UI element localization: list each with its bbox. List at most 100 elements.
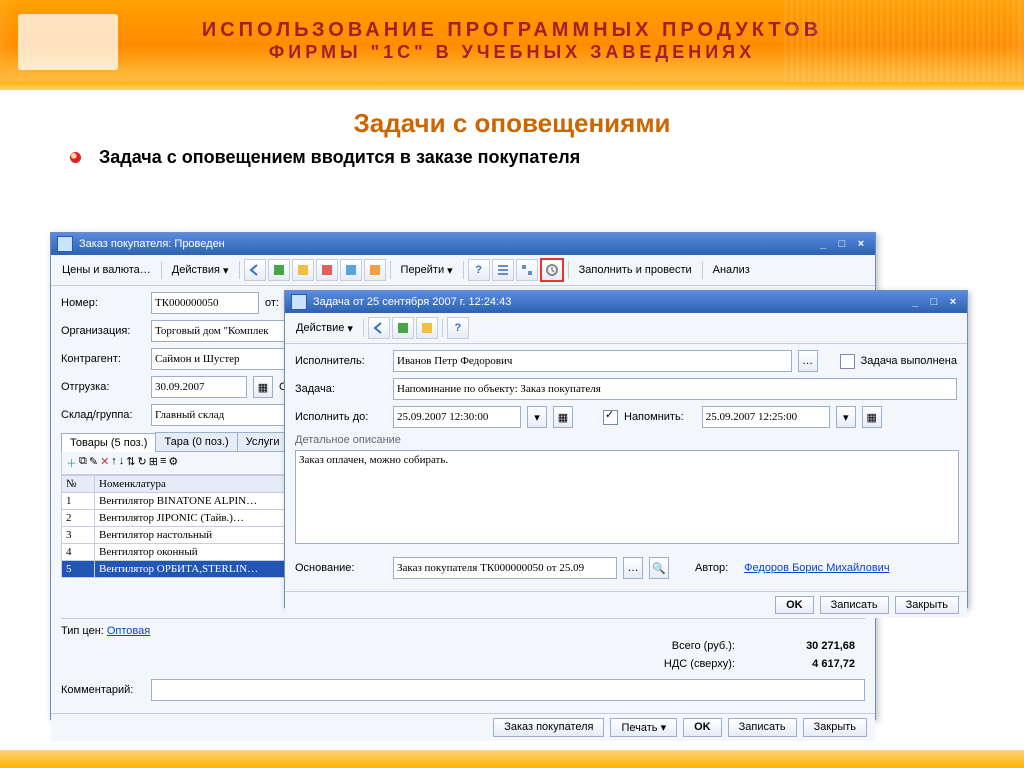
task-titlebar[interactable]: Задача от 25 сентября 2007 г. 12:24:43 _… <box>285 291 967 313</box>
print-button[interactable]: Печать ▾ <box>610 718 677 737</box>
nav-back-icon[interactable] <box>244 259 266 281</box>
grid-refresh-icon[interactable]: ↻ <box>138 455 147 471</box>
table-row[interactable]: 1Вентилятор BINATONE ALPIN… <box>62 493 287 510</box>
grid-up-icon[interactable]: ↑ <box>111 455 117 471</box>
close-button[interactable]: Закрыть <box>803 718 867 737</box>
table-row[interactable]: 4Вентилятор оконный <box>62 544 287 561</box>
go-icon[interactable] <box>416 317 438 339</box>
number-field[interactable] <box>151 292 259 314</box>
total-label: Всего (руб.): <box>672 640 735 652</box>
order-doc-button[interactable]: Заказ покупателя <box>493 718 604 737</box>
calendar-icon[interactable]: ▦ <box>253 376 273 398</box>
grid-fill-icon[interactable]: ≡ <box>160 455 166 471</box>
banner-line1: ИСПОЛЬЗОВАНИЕ ПРОГРАММНЫХ ПРОДУКТОВ <box>202 19 822 42</box>
nav-fwd-icon[interactable] <box>268 259 290 281</box>
basis-icon[interactable] <box>340 259 362 281</box>
table-row[interactable]: 5Вентилятор ОРБИТА,STERLIN… <box>62 561 287 578</box>
basis-label: Основание: <box>295 562 387 574</box>
exec-label: Исполнитель: <box>295 355 387 367</box>
unpost-icon[interactable] <box>316 259 338 281</box>
grid-del-icon[interactable]: ✕ <box>100 455 109 471</box>
goto-button[interactable]: Перейти ▾ <box>395 258 459 282</box>
tree-icon[interactable] <box>516 259 538 281</box>
tab-usl[interactable]: Услуги <box>237 432 289 451</box>
save-button[interactable]: Записать <box>820 596 889 614</box>
grid-sort-icon[interactable]: ⇅ <box>126 455 135 471</box>
grid-edit-icon[interactable]: ✎ <box>89 455 98 471</box>
ok-button[interactable]: OK <box>775 596 814 614</box>
calendar-icon[interactable]: ▦ <box>553 406 573 428</box>
done-checkbox[interactable] <box>840 354 855 369</box>
store-field[interactable] <box>151 404 293 426</box>
maximize-button[interactable]: □ <box>926 295 942 309</box>
comment-field[interactable] <box>151 679 865 701</box>
task-label: Задача: <box>295 383 387 395</box>
comment-label: Комментарий: <box>61 684 145 696</box>
grid-copy-icon[interactable]: ⧉ <box>79 455 87 471</box>
ship-label: Отгрузка: <box>61 381 145 393</box>
refresh-icon[interactable] <box>392 317 414 339</box>
tab-tara[interactable]: Тара (0 поз.) <box>155 432 237 451</box>
slide-title: Задачи с оповещениями <box>0 108 1024 139</box>
help-icon[interactable]: ? <box>468 259 490 281</box>
fill-button[interactable]: Заполнить и провести <box>573 258 698 282</box>
ok-button[interactable]: OK <box>683 718 722 737</box>
open-icon[interactable]: 🔍 <box>649 557 669 579</box>
spinner-icon[interactable]: ▾ <box>527 406 547 428</box>
minimize-button[interactable]: _ <box>815 237 831 251</box>
close-button[interactable]: × <box>853 237 869 251</box>
goods-grid[interactable]: №Номенклатура 1Вентилятор BINATONE ALPIN… <box>61 475 287 578</box>
prices-button[interactable]: Цены и валюта… <box>56 258 157 282</box>
grid-change-icon[interactable]: ⚙ <box>168 455 178 471</box>
select-icon[interactable]: … <box>798 350 818 372</box>
done-label: Задача выполнена <box>861 355 957 367</box>
close-button[interactable]: Закрыть <box>895 596 959 614</box>
nav-back-icon[interactable] <box>368 317 390 339</box>
minimize-button[interactable]: _ <box>907 295 923 309</box>
select-icon[interactable]: … <box>623 557 643 579</box>
structure-icon[interactable] <box>364 259 386 281</box>
help-icon[interactable]: ? <box>447 317 469 339</box>
notify-icon[interactable] <box>540 258 564 282</box>
table-row[interactable]: 3Вентилятор настольный <box>62 527 287 544</box>
author-link[interactable]: Федоров Борис Михайлович <box>744 562 889 574</box>
order-titlebar[interactable]: Заказ покупателя: Проведен _ □ × <box>51 233 875 255</box>
due-label: Исполнить до: <box>295 411 387 423</box>
save-button[interactable]: Записать <box>728 718 797 737</box>
task-form: Исполнитель: … Задача выполнена Задача: … <box>285 344 967 591</box>
author-label: Автор: <box>695 562 728 574</box>
banner-line2: ФИРМЫ "1С" В УЧЕБНЫХ ЗАВЕДЕНИЯХ <box>202 42 822 63</box>
col-name[interactable]: Номенклатура <box>95 476 287 493</box>
spinner-icon[interactable]: ▾ <box>836 406 856 428</box>
order-title: Заказ покупателя: Проведен <box>79 238 225 250</box>
maximize-button[interactable]: □ <box>834 237 850 251</box>
close-button[interactable]: × <box>945 295 961 309</box>
analysis-button[interactable]: Анализ <box>707 258 756 282</box>
slide-banner: ИСПОЛЬЗОВАНИЕ ПРОГРАММНЫХ ПРОДУКТОВ ФИРМ… <box>0 0 1024 82</box>
detail-field[interactable] <box>295 450 959 544</box>
remind-checkbox[interactable] <box>603 410 618 425</box>
ship-field[interactable] <box>151 376 247 398</box>
grid-down-icon[interactable]: ↓ <box>119 455 125 471</box>
actions-button[interactable]: Действия ▾ <box>166 258 235 282</box>
exec-field[interactable] <box>393 350 792 372</box>
detail-label: Детальное описание <box>295 434 957 446</box>
table-row[interactable]: 2Вентилятор JIPONIC (Тайв.)… <box>62 510 287 527</box>
contr-field[interactable] <box>151 348 293 370</box>
col-n[interactable]: № <box>62 476 95 493</box>
post-icon[interactable] <box>292 259 314 281</box>
list-icon[interactable] <box>492 259 514 281</box>
task-field[interactable] <box>393 378 957 400</box>
price-type-link[interactable]: Оптовая <box>107 625 150 637</box>
task-window: Задача от 25 сентября 2007 г. 12:24:43 _… <box>284 290 968 608</box>
due-field[interactable] <box>393 406 521 428</box>
org-field[interactable] <box>151 320 293 342</box>
calendar-icon[interactable]: ▦ <box>862 406 882 428</box>
basis-field[interactable] <box>393 557 617 579</box>
remind-field[interactable] <box>702 406 830 428</box>
grid-add-icon[interactable]: ＋ <box>66 455 77 471</box>
tab-goods[interactable]: Товары (5 поз.) <box>61 433 156 452</box>
action-button[interactable]: Действие ▾ <box>290 316 359 340</box>
grid-pick-icon[interactable]: ⊞ <box>149 455 158 471</box>
price-type-label: Тип цен: <box>61 625 107 637</box>
